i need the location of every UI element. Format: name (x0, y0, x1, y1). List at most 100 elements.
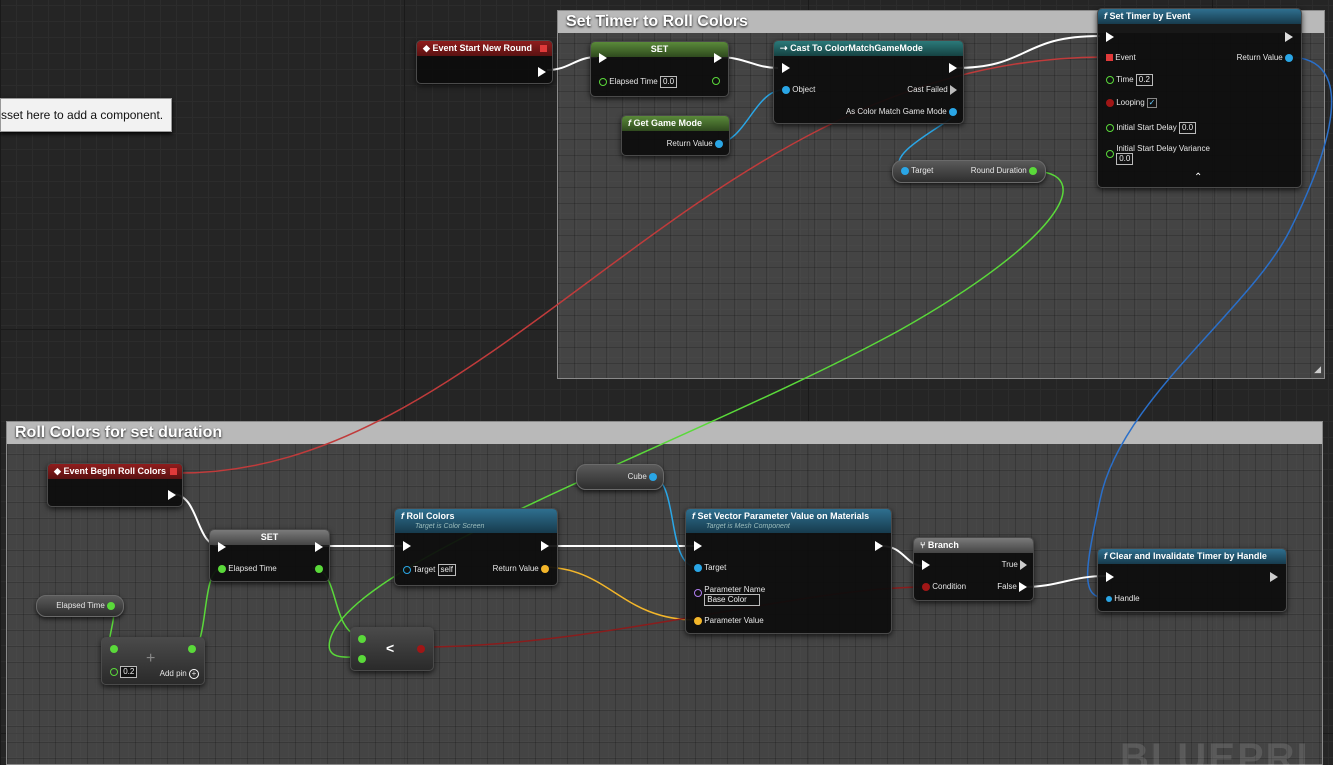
node-title: SET (591, 42, 728, 57)
round-duration-getter-node[interactable]: Target Round Duration (892, 160, 1046, 183)
add-pin-button[interactable]: Add pin (160, 669, 187, 678)
bool-out-pin[interactable] (417, 644, 425, 653)
pin-label: Cast Failed (907, 85, 948, 95)
pin-label: Looping (1116, 98, 1145, 108)
event-delegate-pin[interactable] (1106, 54, 1113, 62)
float-in-pin[interactable] (358, 654, 366, 663)
bool-in-pin[interactable] (922, 582, 930, 591)
exec-out-pin[interactable] (315, 542, 323, 552)
node-subtitle: Target is Color Screen (415, 523, 485, 530)
pin-label: Initial Start Delay Variance (1116, 144, 1210, 153)
exec-out-pin[interactable] (949, 63, 957, 73)
pin-label: Parameter Value (704, 616, 764, 625)
float-out-pin[interactable] (188, 644, 196, 653)
pin-label: Round Duration (970, 166, 1027, 175)
set-elapsed-time-node[interactable]: SET Elapsed Time 0.0 (590, 41, 729, 97)
name-in-pin[interactable] (694, 589, 702, 597)
elapsed-time-getter-node[interactable]: Elapsed Time (36, 595, 124, 617)
function-icon: f (401, 511, 404, 521)
exec-out-pin[interactable] (1270, 572, 1278, 582)
object-out-pin[interactable] (649, 472, 657, 481)
variance-input[interactable]: 0.0 (1116, 153, 1134, 165)
cube-getter-node[interactable]: Cube (576, 464, 664, 490)
handle-out-pin[interactable] (1285, 53, 1293, 62)
bool-in-pin[interactable] (1106, 99, 1114, 107)
exec-true-pin[interactable] (1020, 560, 1027, 570)
elapsed-time-input[interactable]: 0.0 (659, 76, 678, 88)
pin-label: Initial Start Delay (1116, 123, 1177, 133)
cast-to-gamemode-node[interactable]: ⇢ Cast To ColorMatchGameMode Object Cast… (773, 40, 964, 124)
exec-false-pin[interactable] (1019, 582, 1027, 592)
float-in-pin[interactable] (599, 78, 607, 86)
exec-out-pin[interactable] (168, 490, 176, 500)
initial-delay-input[interactable]: 0.0 (1178, 122, 1197, 134)
struct-wire (541, 566, 698, 621)
struct-in-pin[interactable] (694, 616, 702, 625)
handle-in-pin[interactable] (1106, 595, 1112, 602)
add-pin-icon[interactable]: + (189, 669, 199, 679)
exec-in-pin[interactable] (403, 541, 411, 551)
node-title: Get Game Mode (633, 118, 703, 128)
get-game-mode-node[interactable]: f Get Game Mode Return Value (621, 115, 730, 156)
float-in-pin[interactable] (110, 644, 118, 653)
float-in-pin[interactable] (358, 634, 366, 643)
exec-out-pin[interactable] (538, 67, 546, 77)
exec-in-pin[interactable] (1106, 32, 1114, 42)
collapse-chevron-icon[interactable]: ⌃ (1194, 172, 1202, 183)
object-in-pin[interactable] (403, 566, 411, 574)
node-title: Clear and Invalidate Timer by Handle (1109, 551, 1267, 561)
object-out-pin[interactable] (949, 107, 957, 116)
roll-colors-node[interactable]: f Roll Colors Target is Color Screen Tar… (394, 508, 558, 586)
pin-label: Target (704, 563, 727, 572)
exec-in-pin[interactable] (782, 63, 790, 73)
less-than-node[interactable]: < (350, 627, 434, 671)
exec-in-pin[interactable] (694, 541, 702, 551)
struct-out-pin[interactable] (541, 564, 549, 573)
set-elapsed-time-node-2[interactable]: SET Elapsed Time (209, 529, 330, 582)
float-in-pin[interactable] (1106, 150, 1114, 158)
object-in-pin[interactable] (782, 85, 790, 94)
parameter-name-input[interactable]: Base Color (704, 594, 761, 606)
set-vector-parameter-node[interactable]: f Set Vector Parameter Value on Material… (685, 508, 892, 634)
event-start-new-round-node[interactable]: ◆ Event Start New Round (416, 40, 553, 84)
looping-checkbox[interactable]: ✓ (1146, 98, 1157, 108)
exec-wire (1021, 575, 1107, 588)
delegate-pin[interactable] (540, 45, 547, 52)
pin-label: As Color Match Game Mode (845, 107, 947, 116)
time-input[interactable]: 0.2 (1135, 74, 1153, 86)
object-in-pin[interactable] (901, 166, 909, 175)
exec-out-pin[interactable] (1285, 32, 1293, 42)
float-in-pin[interactable] (218, 564, 226, 573)
cast-failed-pin[interactable] (950, 85, 957, 95)
float-in-pin[interactable] (1106, 76, 1114, 84)
set-timer-by-event-node[interactable]: f Set Timer by Event Event Return Value … (1097, 8, 1302, 188)
object-in-pin[interactable] (694, 563, 702, 572)
exec-out-pin[interactable] (541, 541, 549, 551)
clear-invalidate-timer-node[interactable]: f Clear and Invalidate Timer by Handle H… (1097, 548, 1287, 612)
add-float-node[interactable]: + 0.2 Add pin + (101, 637, 205, 685)
event-icon: ◆ (54, 466, 61, 476)
exec-in-pin[interactable] (1106, 572, 1114, 582)
add-value-input[interactable]: 0.2 (120, 666, 138, 678)
float-out-pin[interactable] (712, 76, 720, 85)
exec-in-pin[interactable] (599, 53, 607, 63)
float-in-pin[interactable] (1106, 124, 1114, 132)
float-out-pin[interactable] (107, 601, 115, 610)
event-begin-roll-colors-node[interactable]: ◆ Event Begin Roll Colors (47, 463, 183, 507)
float-out-pin[interactable] (315, 564, 323, 573)
pin-label: False (997, 582, 1017, 592)
target-self-field[interactable]: self (437, 564, 456, 576)
branch-node[interactable]: ⑂ Branch True Condition False (913, 537, 1034, 601)
exec-out-pin[interactable] (714, 53, 722, 63)
exec-in-pin[interactable] (922, 560, 930, 570)
object-out-pin[interactable] (715, 139, 723, 148)
exec-out-pin[interactable] (875, 541, 883, 551)
pin-label: Condition (932, 582, 967, 591)
pin-label: Cube (627, 472, 647, 481)
exec-in-pin[interactable] (218, 542, 226, 552)
float-out-pin[interactable] (1029, 166, 1037, 175)
node-subtitle: Target is Mesh Component (706, 523, 790, 530)
float-in-pin[interactable] (110, 668, 118, 676)
delegate-pin[interactable] (170, 468, 177, 475)
cast-icon: ⇢ (780, 43, 788, 53)
